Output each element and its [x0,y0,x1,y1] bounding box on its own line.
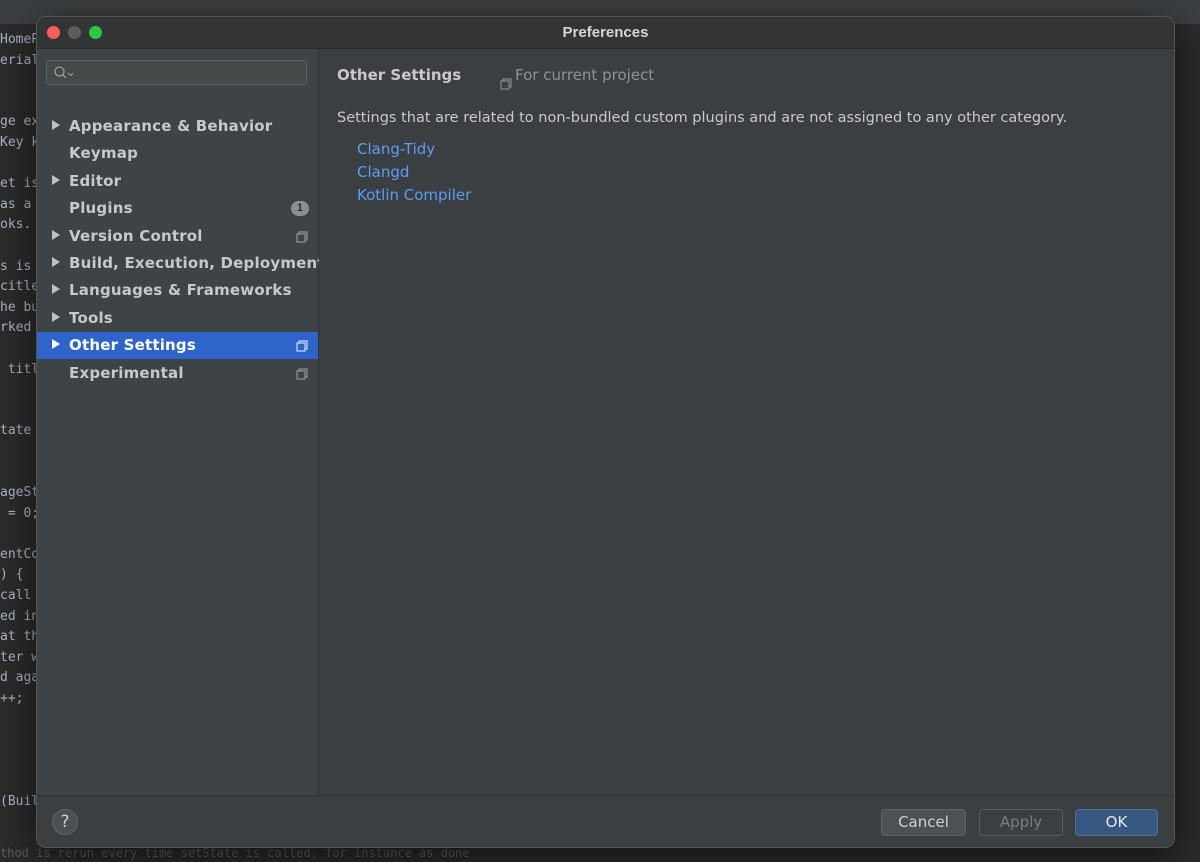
editor-code-line [0,71,39,92]
editor-code-line: erial [0,52,40,68]
sidebar-item-editor[interactable]: Editor [37,168,318,195]
editor-code-line: ageSt [0,485,40,501]
sidebar-item-label: Version Control [69,226,203,245]
editor-code-line [0,380,39,401]
editor-code-line: ++; [0,691,24,706]
editor-code-line [0,771,39,792]
editor-code-line: entCo [0,546,40,562]
sidebar-item-version-control[interactable]: Version Control [37,223,318,250]
editor-code-line [0,154,39,175]
sidebar-item-label: Keymap [69,144,139,163]
sidebar-item-label: Editor [69,171,122,190]
editor-code-line: oks. [0,217,32,233]
expand-arrow-icon[interactable] [52,257,60,267]
editor-code-line: = 0; [0,505,40,521]
sidebar-item-label: Build, Execution, Deployment [69,254,325,272]
editor-code-line: tate [0,423,32,439]
dialog-footer: ? Cancel Apply OK [37,795,1174,847]
project-scope-icon [296,340,308,352]
expand-arrow-icon[interactable] [52,311,60,322]
preferences-dialog: Preferences Appearance & Behavior Keymap E… [36,16,1175,848]
editor-code-line: s is [0,258,32,274]
cancel-button[interactable]: Cancel [881,809,966,836]
editor-code-line: he bu [0,299,40,315]
minimize-window-button[interactable] [68,26,81,39]
editor-code-line: d aga [0,670,40,686]
editor-code-line: Key k [0,134,40,150]
editor-code-line: rked [0,320,32,336]
editor-code-line [0,751,39,772]
project-scope-icon [296,231,308,243]
ok-button[interactable]: OK [1075,809,1158,836]
sidebar-item-label: Experimental [69,363,184,382]
editor-code-line: citle [0,279,40,295]
expand-arrow-icon[interactable] [52,120,60,130]
sidebar-item-tools[interactable]: Tools [37,305,318,332]
scope-label: For current project [515,66,655,84]
editor-code-line: as a [0,196,32,212]
settings-sidebar: Appearance & Behavior Keymap Editor Plugins… [37,49,325,795]
search-input[interactable] [75,61,304,86]
page-title: Other Settings [337,66,462,84]
editor-code-line [0,462,39,483]
sidebar-item-languages-frameworks[interactable]: Languages & Frameworks [37,277,318,304]
editor-code-line: titl [0,361,40,377]
update-count-badge: 1 [291,201,309,217]
help-button[interactable]: ? [52,809,78,835]
editor-code-line [0,524,39,545]
editor-code-line: call [0,588,32,604]
editor-code-line [0,339,39,360]
sidebar-item-label: Appearance & Behavior [69,117,273,135]
sidebar-item-label: Tools [69,308,113,327]
editor-code-line: at th [0,629,40,645]
expand-arrow-icon[interactable] [52,284,60,295]
editor-code-line [0,442,39,463]
editor-code-line [0,710,39,731]
editor-code-line: ) { [0,567,24,583]
apply-button[interactable]: Apply [979,809,1063,836]
editor-code-line: HomeP [0,32,40,47]
editor-code-line [0,401,39,422]
link-clang-tidy[interactable]: Clang-Tidy [357,140,435,158]
editor-code-line [0,730,39,751]
sidebar-item-label: Plugins [69,199,133,218]
editor-code-line: ed in [0,608,40,624]
sidebar-item-other-settings[interactable]: Other Settings [37,332,318,360]
editor-right-gutter [1173,24,1200,862]
editor-code-line: (Buil [0,793,40,809]
sidebar-item-label: Other Settings [69,336,196,355]
editor-code-line: et is [0,176,40,192]
sidebar-item-plugins[interactable]: Plugins 1 [37,195,318,222]
editor-code-line [0,236,39,257]
link-kotlin-compiler[interactable]: Kotlin Compiler [357,186,471,204]
editor-bottom-line: thod is rerun every time setState is cal… [0,846,470,860]
sidebar-item-appearance-behavior[interactable]: Appearance & Behavior [37,113,318,140]
link-clangd[interactable]: Clangd [357,163,409,181]
sidebar-item-keymap[interactable]: Keymap [37,140,318,167]
sidebar-item-label: Languages & Frameworks [69,281,292,300]
settings-content: Other Settings For current project Setti… [319,49,1174,795]
expand-arrow-icon[interactable] [52,174,60,185]
sidebar-item-experimental[interactable]: Experimental [37,360,318,387]
close-window-button[interactable] [47,26,60,39]
editor-code-line [0,92,39,113]
project-scope-icon [296,368,308,380]
sidebar-item-build-execution-deployment[interactable]: Build, Execution, Deployment [37,250,325,277]
title-bar: Preferences [37,17,1174,49]
search-icon [54,66,74,79]
editor-code-line: ter w [0,649,40,665]
expand-arrow-icon[interactable] [52,229,60,240]
project-scope-icon [500,78,512,90]
maximize-window-button[interactable] [89,26,102,39]
expand-arrow-icon[interactable] [52,339,60,350]
description-text: Settings that are related to non-bundled… [337,110,1068,126]
dialog-title: Preferences [562,24,649,41]
settings-search[interactable] [46,60,307,86]
editor-code: HomeP erial ge ex Key k et is as a oks. s is cit… [0,30,39,813]
editor-code-line: ge ex [0,114,40,130]
